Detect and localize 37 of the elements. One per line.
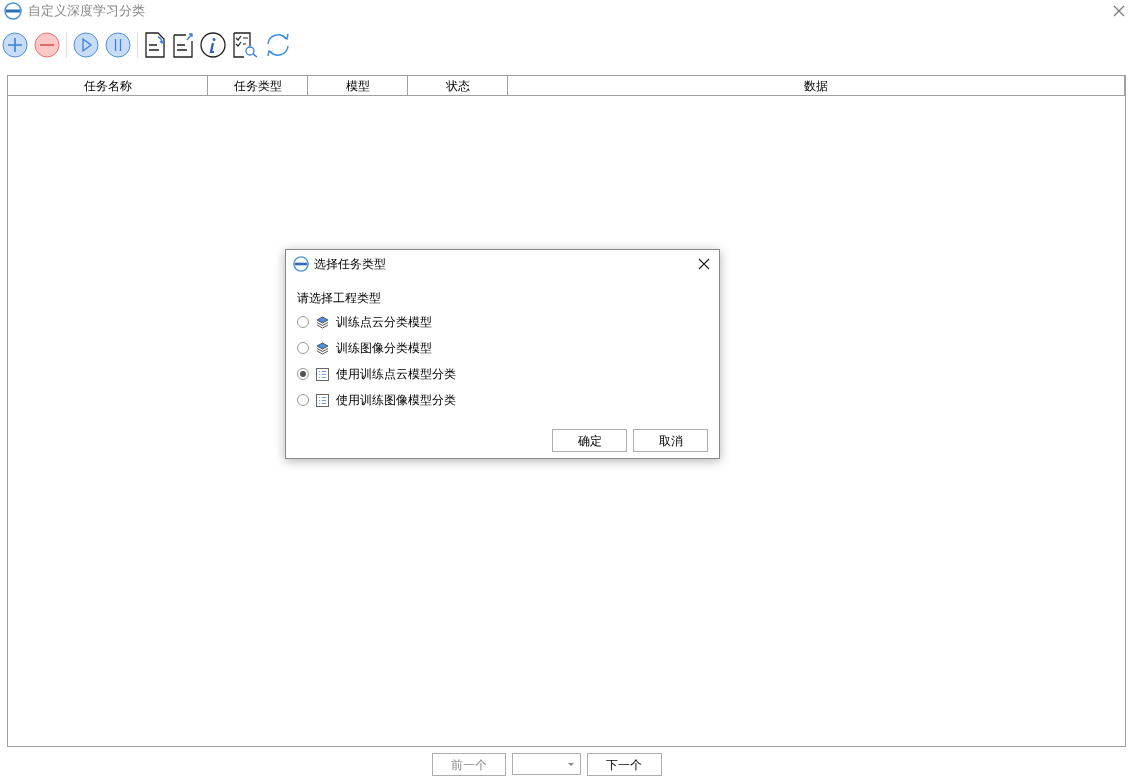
- list-icon: [315, 366, 330, 382]
- refresh-icon[interactable]: [264, 32, 292, 58]
- layers-icon: [315, 340, 330, 356]
- column-header[interactable]: 状态: [408, 76, 508, 95]
- checklist-search-icon[interactable]: [232, 32, 258, 58]
- document-arrow-icon[interactable]: [172, 32, 194, 58]
- page-dropdown[interactable]: [511, 753, 581, 775]
- radio-button[interactable]: [297, 394, 309, 406]
- column-header[interactable]: 模型: [308, 76, 408, 95]
- layers-icon: [315, 314, 330, 330]
- column-header[interactable]: 任务类型: [208, 76, 308, 95]
- radio-button[interactable]: [297, 342, 309, 354]
- add-icon[interactable]: [2, 32, 28, 58]
- prompt-label: 请选择工程类型: [297, 290, 382, 307]
- close-icon[interactable]: [698, 258, 710, 270]
- option-label[interactable]: 训练图像分类模型: [336, 339, 432, 357]
- window-title: 自定义深度学习分类: [28, 2, 145, 21]
- list-icon: [315, 392, 330, 408]
- option-label[interactable]: 训练点云分类模型: [336, 313, 432, 331]
- play-icon[interactable]: [73, 32, 99, 58]
- dialog-title: 选择任务类型: [314, 256, 386, 273]
- option-label[interactable]: 使用训练图像模型分类: [336, 391, 456, 409]
- cancel-button[interactable]: 取消: [633, 429, 708, 452]
- caret-icon: [567, 762, 574, 766]
- app-logo-icon: [293, 256, 309, 272]
- info-icon[interactable]: [200, 32, 226, 58]
- confirm-button[interactable]: 确定: [552, 429, 627, 452]
- pause-icon[interactable]: [105, 32, 131, 58]
- column-header[interactable]: 任务名称: [8, 76, 208, 95]
- option-label[interactable]: 使用训练点云模型分类: [336, 365, 456, 383]
- radio-button[interactable]: [297, 316, 309, 328]
- document-arrow-icon[interactable]: [144, 32, 166, 58]
- remove-icon[interactable]: [34, 32, 60, 58]
- column-header[interactable]: 数据: [508, 76, 1125, 95]
- radio-button[interactable]: [297, 368, 309, 380]
- next-button[interactable]: 下一个: [586, 753, 662, 776]
- app-logo-icon: [4, 2, 22, 20]
